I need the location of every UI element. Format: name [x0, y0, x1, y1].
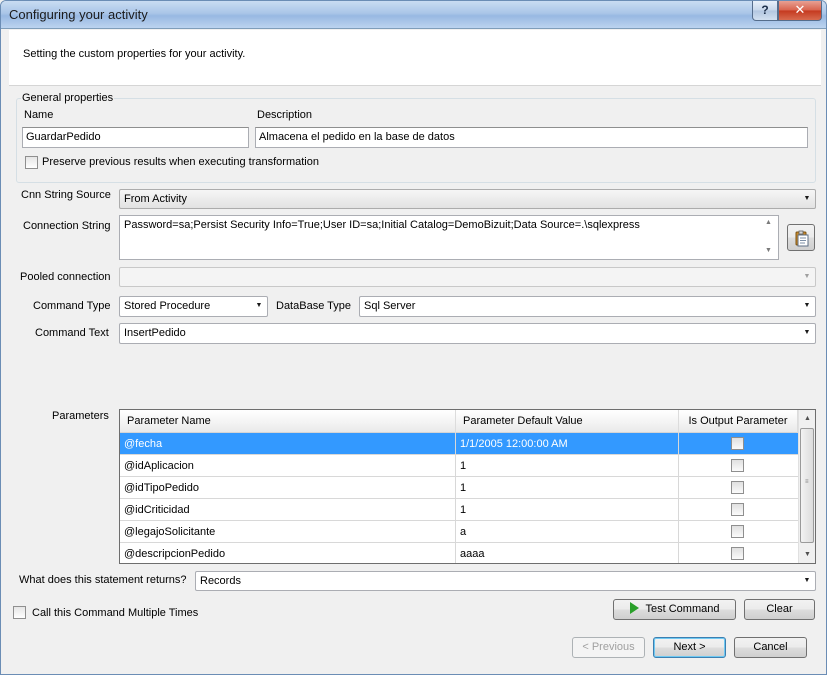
param-output-cell: [679, 455, 798, 477]
parameters-grid-header: Parameter Name Parameter Default Value I…: [120, 410, 798, 433]
pooled-connection-label: Pooled connection: [20, 271, 111, 283]
connection-builder-button[interactable]: [787, 224, 815, 251]
returns-select[interactable]: Records ▼: [195, 571, 816, 591]
header-text: Setting the custom properties for your a…: [23, 48, 246, 60]
call-multiple-label: Call this Command Multiple Times: [32, 607, 199, 619]
description-input[interactable]: Almacena el pedido en la base de datos: [255, 127, 808, 148]
param-output-cell: [679, 543, 798, 563]
name-label: Name: [24, 109, 54, 121]
pooled-connection-select: ▼: [119, 267, 816, 287]
close-button[interactable]: ✕: [778, 1, 822, 21]
header-panel: Setting the custom properties for your a…: [9, 30, 821, 86]
clipboard-icon: [795, 230, 809, 247]
grip-icon: ≡: [805, 479, 809, 485]
is-output-checkbox[interactable]: [731, 481, 744, 494]
table-row[interactable]: @fecha 1/1/2005 12:00:00 AM: [120, 433, 798, 455]
database-type-select[interactable]: Sql Server ▼: [359, 296, 816, 317]
preserve-results-checkbox[interactable]: [25, 156, 38, 169]
preserve-results-label: Preserve previous results when executing…: [42, 156, 319, 168]
returns-label: What does this statement returns?: [19, 574, 187, 586]
table-row[interactable]: @idCriticidad 1: [120, 499, 798, 521]
command-type-select[interactable]: Stored Procedure ▼: [119, 296, 268, 317]
play-icon: [629, 602, 639, 615]
chevron-down-icon: ▼: [803, 577, 811, 584]
scroll-up-icon[interactable]: ▲: [765, 219, 772, 226]
cancel-button[interactable]: Cancel: [734, 637, 807, 658]
chevron-down-icon: ▼: [255, 302, 263, 309]
column-parameter-name[interactable]: Parameter Name: [120, 410, 456, 433]
column-is-output[interactable]: Is Output Parameter: [679, 410, 798, 433]
parameters-grid-scrollbar[interactable]: ▲ ≡ ▼: [798, 410, 815, 563]
param-output-cell: [679, 499, 798, 521]
command-type-value: Stored Procedure: [124, 300, 211, 312]
parameters-label: Parameters: [52, 410, 109, 422]
database-type-label: DataBase Type: [276, 300, 352, 312]
command-text-select[interactable]: InsertPedido ▼: [119, 323, 816, 344]
table-row[interactable]: @legajoSolicitante a: [120, 521, 798, 543]
is-output-checkbox[interactable]: [731, 547, 744, 560]
param-default-cell[interactable]: 1: [456, 499, 679, 521]
param-name-cell[interactable]: @idCriticidad: [120, 499, 456, 521]
param-output-cell: [679, 477, 798, 499]
param-name-cell[interactable]: @descripcionPedido: [120, 543, 456, 563]
next-button[interactable]: Next >: [653, 637, 726, 658]
description-label: Description: [257, 109, 313, 121]
connection-string-input[interactable]: Password=sa;Persist Security Info=True;U…: [119, 215, 779, 260]
param-name-cell[interactable]: @fecha: [120, 433, 456, 455]
chevron-down-icon: ▼: [803, 195, 811, 202]
command-text-value: InsertPedido: [124, 327, 186, 339]
scroll-down-icon[interactable]: ▼: [799, 546, 815, 563]
cnn-source-label: Cnn String Source: [21, 189, 111, 201]
command-text-label: Command Text: [35, 327, 109, 339]
chevron-down-icon: ▼: [803, 329, 811, 336]
test-command-label: Test Command: [645, 603, 720, 615]
param-name-cell[interactable]: @idTipoPedido: [120, 477, 456, 499]
window-title: Configuring your activity: [9, 7, 148, 22]
connection-string-scrollbar[interactable]: ▲ ▼: [760, 216, 778, 259]
connection-string-label: Connection String: [23, 220, 111, 232]
chevron-down-icon: ▼: [803, 273, 811, 280]
param-output-cell: [679, 521, 798, 543]
parameters-grid[interactable]: Parameter Name Parameter Default Value I…: [119, 409, 816, 564]
is-output-checkbox[interactable]: [731, 503, 744, 516]
param-default-cell[interactable]: 1: [456, 477, 679, 499]
name-input[interactable]: GuardarPedido: [22, 127, 249, 148]
title-bar[interactable]: Configuring your activity ? ✕: [1, 1, 826, 29]
clear-button[interactable]: Clear: [744, 599, 815, 620]
scroll-down-icon[interactable]: ▼: [765, 247, 772, 254]
param-name-cell[interactable]: @legajoSolicitante: [120, 521, 456, 543]
command-type-label: Command Type: [33, 300, 111, 312]
table-row[interactable]: @descripcionPedido aaaa: [120, 543, 798, 563]
param-default-cell[interactable]: 1: [456, 455, 679, 477]
previous-button[interactable]: < Previous: [572, 637, 645, 658]
general-properties-title: General properties: [21, 92, 115, 104]
param-name-cell[interactable]: @idAplicacion: [120, 455, 456, 477]
table-row[interactable]: @idAplicacion 1: [120, 455, 798, 477]
scrollbar-thumb[interactable]: ≡: [800, 428, 814, 543]
activity-config-dialog: Configuring your activity ? ✕ Setting th…: [0, 0, 827, 675]
cnn-source-value: From Activity: [124, 193, 187, 205]
cnn-source-select[interactable]: From Activity ▼: [119, 189, 816, 209]
scroll-up-icon[interactable]: ▲: [799, 410, 815, 427]
test-command-button[interactable]: Test Command: [613, 599, 736, 620]
chevron-down-icon: ▼: [803, 302, 811, 309]
param-default-cell[interactable]: a: [456, 521, 679, 543]
call-multiple-checkbox[interactable]: [13, 606, 26, 619]
param-default-cell[interactable]: 1/1/2005 12:00:00 AM: [456, 433, 679, 455]
database-type-value: Sql Server: [364, 300, 416, 312]
param-output-cell: [679, 433, 798, 455]
table-row[interactable]: @idTipoPedido 1: [120, 477, 798, 499]
is-output-checkbox[interactable]: [731, 525, 744, 538]
is-output-checkbox[interactable]: [731, 437, 744, 450]
param-default-cell[interactable]: aaaa: [456, 543, 679, 563]
returns-value: Records: [200, 575, 241, 587]
is-output-checkbox[interactable]: [731, 459, 744, 472]
help-button[interactable]: ?: [752, 1, 778, 21]
column-default-value[interactable]: Parameter Default Value: [456, 410, 679, 433]
